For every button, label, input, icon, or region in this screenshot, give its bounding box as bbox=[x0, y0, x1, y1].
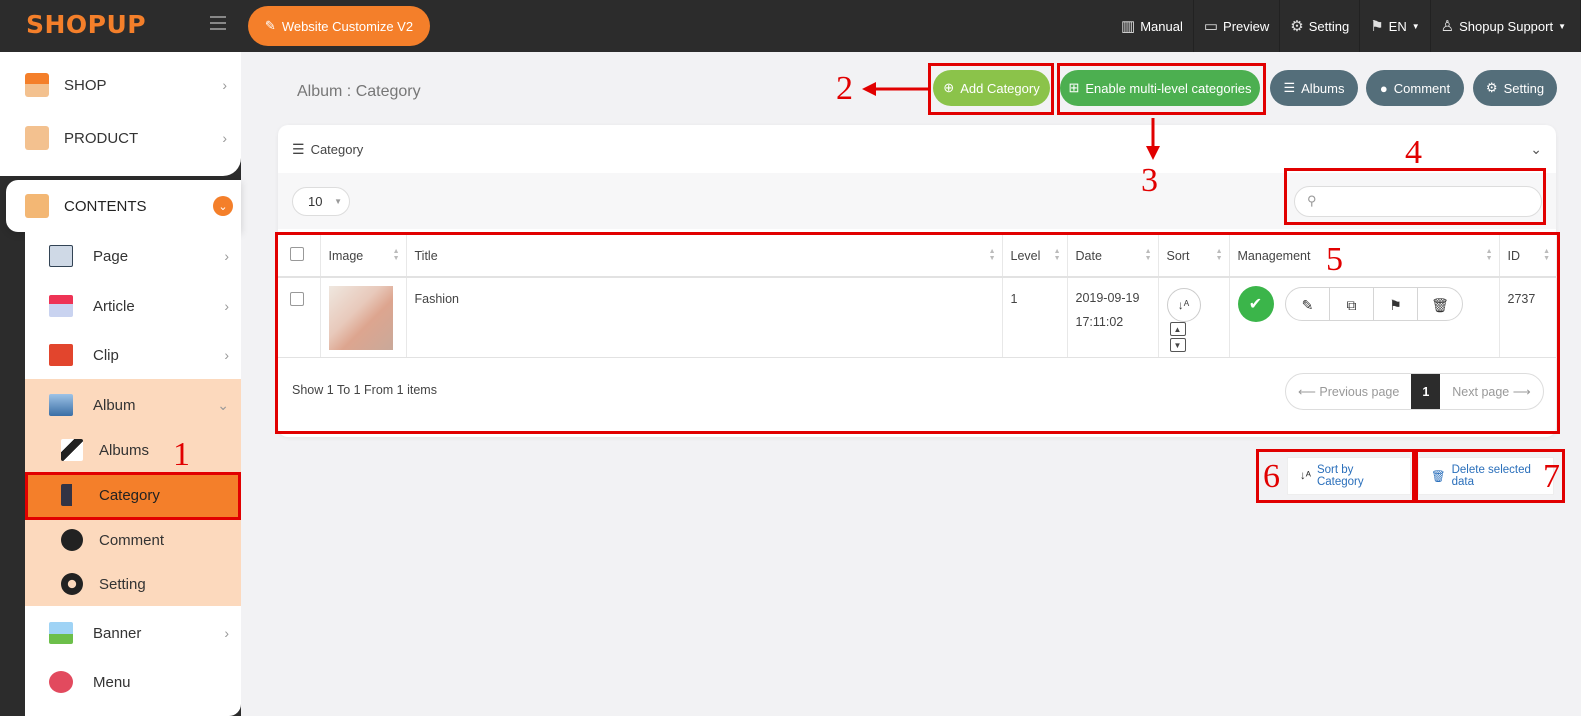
gear-icon: ⚙ bbox=[1485, 80, 1498, 95]
website-customize-button[interactable]: ✎ Website Customize V2 bbox=[248, 6, 430, 46]
preview-link[interactable]: ▭ Preview bbox=[1194, 0, 1281, 52]
contents-submenu-lower: Banner › Menu bbox=[25, 606, 241, 716]
article-icon bbox=[49, 295, 73, 317]
banner-icon bbox=[49, 622, 73, 644]
annotation-number-2: 2 bbox=[836, 70, 853, 107]
flag-icon: ⚑ bbox=[1370, 18, 1384, 35]
page-icon bbox=[49, 245, 73, 267]
pencil-icon bbox=[61, 439, 83, 461]
monitor-icon: ▭ bbox=[1203, 18, 1219, 35]
annotation-box-4 bbox=[1284, 168, 1546, 225]
annotation-number-4: 4 bbox=[1405, 134, 1422, 171]
sidebar-item-comment[interactable]: Comment bbox=[25, 518, 241, 562]
annotation-number-3: 3 bbox=[1141, 162, 1158, 199]
sidebar-item-shop[interactable]: SHOP › bbox=[0, 60, 241, 110]
gear-icon: ⚙ bbox=[1290, 18, 1304, 35]
book-icon: ▥ bbox=[1121, 18, 1136, 35]
sidebar-item-page[interactable]: Page › bbox=[25, 232, 241, 280]
sidebar: SHOP › PRODUCT › CONTENTS ⌄ Page › Artic… bbox=[0, 52, 241, 716]
chevron-right-icon: › bbox=[222, 130, 227, 146]
page-title: Album : Category bbox=[297, 83, 421, 100]
setting-link[interactable]: ⚙ Setting bbox=[1280, 0, 1361, 52]
caret-down-icon: ▼ bbox=[334, 197, 342, 206]
setting-button[interactable]: ⚙ Setting bbox=[1473, 70, 1557, 106]
arrow-to-2 bbox=[862, 82, 928, 96]
collapse-chevron-icon[interactable]: ⌄ bbox=[1530, 141, 1542, 158]
albums-button[interactable]: ☰ Albums bbox=[1270, 70, 1358, 106]
manual-link[interactable]: ▥ Manual bbox=[1111, 0, 1194, 52]
sidebar-item-article[interactable]: Article › bbox=[25, 282, 241, 330]
shopping-bag-icon bbox=[25, 126, 49, 150]
chevron-right-icon: › bbox=[222, 77, 227, 93]
chevron-right-icon: › bbox=[224, 347, 229, 363]
card-header: ☰ Category ⌄ bbox=[278, 125, 1556, 173]
language-dropdown[interactable]: ⚑ EN ▼ bbox=[1360, 0, 1431, 52]
list-icon: ☰ bbox=[1283, 80, 1296, 95]
shop-icon bbox=[25, 73, 49, 97]
contents-submenu: Page › Article › Clip › bbox=[25, 232, 241, 379]
chevron-right-icon: › bbox=[224, 625, 229, 641]
sidebar-top-section: SHOP › PRODUCT › bbox=[0, 52, 241, 176]
annotation-number-5: 5 bbox=[1326, 241, 1343, 278]
annotation-number-1: 1 bbox=[173, 436, 190, 473]
comment-icon bbox=[61, 529, 83, 551]
sidebar-item-setting[interactable]: Setting bbox=[25, 562, 241, 606]
user-dropdown[interactable]: ♙ Shopup Support ▼ bbox=[1431, 0, 1581, 52]
annotation-box-2 bbox=[928, 63, 1054, 115]
chevron-right-icon: › bbox=[224, 248, 229, 264]
sidebar-item-menu[interactable]: Menu bbox=[25, 658, 241, 706]
caret-down-icon: ▼ bbox=[1411, 21, 1420, 31]
chevron-down-icon: ⌄ bbox=[213, 196, 233, 216]
comment-button[interactable]: ● Comment bbox=[1366, 70, 1464, 106]
sidebar-item-banner[interactable]: Banner › bbox=[25, 609, 241, 657]
annotation-number-7: 7 bbox=[1543, 458, 1560, 495]
annotation-box-5 bbox=[275, 232, 1560, 434]
chevron-right-icon: › bbox=[224, 298, 229, 314]
gear-icon bbox=[61, 573, 83, 595]
list-icon bbox=[49, 671, 73, 693]
top-right-menu: ▥ Manual ▭ Preview ⚙ Setting ⚑ EN ▼ ♙ Sh… bbox=[1111, 0, 1581, 52]
sidebar-item-clip[interactable]: Clip › bbox=[25, 331, 241, 379]
annotation-box-1 bbox=[25, 472, 241, 520]
menu-toggle-icon[interactable] bbox=[210, 16, 226, 30]
sidebar-item-product[interactable]: PRODUCT › bbox=[0, 113, 241, 163]
sidebar-item-contents[interactable]: CONTENTS ⌄ bbox=[6, 180, 241, 232]
sidebar-item-album[interactable]: Album ⌄ bbox=[25, 381, 241, 429]
contents-icon bbox=[25, 194, 49, 218]
annotation-number-6: 6 bbox=[1263, 458, 1280, 495]
page-size-select[interactable]: 10 ▼ bbox=[292, 187, 350, 216]
logo[interactable]: SHOPUP bbox=[26, 10, 146, 39]
card-title: Category bbox=[310, 141, 364, 157]
comment-icon: ● bbox=[1379, 80, 1388, 96]
sidebar-item-albums[interactable]: Albums bbox=[25, 428, 241, 472]
chevron-down-icon: ⌄ bbox=[217, 396, 229, 413]
list-icon: ☰ bbox=[292, 140, 305, 157]
annotation-box-3 bbox=[1057, 63, 1266, 115]
magic-wand-icon: ✎ bbox=[264, 18, 276, 33]
album-icon bbox=[49, 394, 73, 416]
user-icon: ♙ bbox=[1440, 18, 1455, 35]
top-bar: SHOPUP ✎ Website Customize V2 ▥ Manual ▭… bbox=[0, 0, 1581, 52]
video-clip-icon bbox=[49, 344, 73, 366]
caret-down-icon: ▼ bbox=[1558, 21, 1566, 31]
